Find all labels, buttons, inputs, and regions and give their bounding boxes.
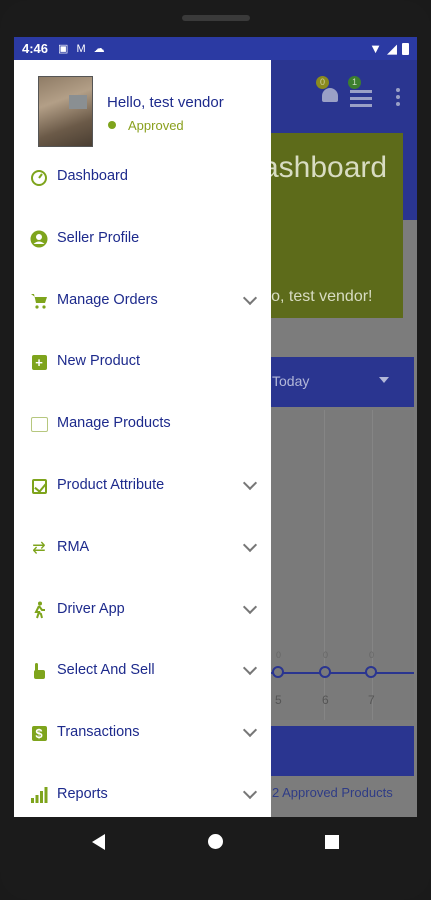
drawer-item-label: Seller Profile: [57, 230, 140, 246]
phone-frame: 4:46 ▣ M ☁ ▼ ◢ 0 1 ashboard llo, test ve…: [0, 0, 431, 900]
cart-icon: [29, 291, 49, 311]
drawer-item-label: Reports: [57, 786, 108, 802]
hand-pointer-icon: [29, 661, 49, 681]
drawer-item-label: Dashboard: [57, 168, 128, 184]
drawer-item-product-attribute[interactable]: Product Attribute: [14, 466, 271, 506]
sim-icon: ▣: [58, 43, 69, 55]
drawer-item-label: Driver App: [57, 601, 125, 617]
recents-icon[interactable]: [325, 835, 339, 849]
chevron-down-icon[interactable]: [243, 478, 257, 492]
drawer-item-label: Manage Products: [57, 415, 171, 431]
drawer-profile-header: Hello, test vendor Approved: [14, 60, 271, 160]
dollar-icon: $: [29, 723, 49, 743]
drawer-item-rma[interactable]: ⇄ RMA: [14, 528, 271, 568]
chart-point: [365, 666, 377, 678]
chart-point: [319, 666, 331, 678]
avatar[interactable]: [38, 76, 93, 147]
home-icon[interactable]: [208, 834, 223, 849]
gmail-icon: M: [76, 42, 86, 55]
back-icon[interactable]: [92, 834, 105, 850]
drawer-item-label: RMA: [57, 539, 90, 555]
drawer-item-select-and-sell[interactable]: Select And Sell: [14, 651, 271, 691]
approved-products-link[interactable]: 2 Approved Products: [272, 785, 393, 800]
checkbox-icon: [29, 476, 49, 496]
chevron-down-icon[interactable]: [243, 725, 257, 739]
drawer-item-transactions[interactable]: $ Transactions: [14, 713, 271, 753]
notification-badge: 0: [316, 76, 329, 89]
drawer-item-reports[interactable]: Reports: [14, 775, 271, 815]
chevron-down-icon[interactable]: [243, 540, 257, 554]
drawer-item-driver-app[interactable]: Driver App: [14, 590, 271, 630]
add-box-icon: +: [29, 352, 49, 372]
chart-line: [264, 672, 414, 674]
account-icon: [29, 229, 49, 249]
drawer-item-seller-profile[interactable]: Seller Profile: [14, 219, 271, 259]
signal-icon: ◢: [387, 40, 397, 56]
chart-value-label: 0: [323, 650, 329, 660]
dashboard-icon: [29, 167, 49, 187]
chart-x-label: 5: [275, 693, 282, 707]
drawer-item-label: New Product: [57, 353, 141, 369]
drawer-item-label: Transactions: [57, 724, 140, 740]
chart-value-label: 0: [276, 650, 282, 660]
drawer-item-manage-products[interactable]: Manage Products: [14, 404, 271, 444]
navigation-drawer: Hello, test vendor Approved Dashboard Se…: [14, 60, 271, 817]
wifi-icon: ▼: [369, 41, 382, 56]
drawer-item-label: Manage Orders: [57, 292, 158, 308]
dropdown-arrow-icon: [379, 377, 389, 383]
status-dot-icon: [108, 121, 116, 129]
more-vert-icon[interactable]: [396, 88, 400, 109]
chevron-down-icon[interactable]: [243, 787, 257, 801]
swap-icon: ⇄: [32, 540, 46, 557]
status-time: 4:46: [22, 41, 49, 56]
products-icon: [29, 414, 49, 434]
drawer-item-manage-orders[interactable]: Manage Orders: [14, 281, 271, 321]
chart-x-label: 6: [322, 693, 329, 707]
cloud-icon: ☁: [93, 43, 105, 55]
dashboard-subtitle: llo, test vendor!: [264, 288, 373, 305]
walking-icon: [29, 600, 49, 620]
battery-icon: [402, 42, 409, 55]
speaker-grille: [182, 15, 250, 21]
vendor-status: Approved: [128, 118, 184, 133]
chart-value-label: 0: [369, 650, 375, 660]
chevron-down-icon[interactable]: [243, 293, 257, 307]
chart-point: [272, 666, 284, 678]
chevron-down-icon[interactable]: [243, 663, 257, 677]
system-nav-bar: [14, 817, 417, 867]
bar-chart-icon: [29, 785, 49, 805]
drawer-item-label: Select And Sell: [57, 662, 155, 678]
chart-x-label: 7: [368, 693, 375, 707]
drawer-item-new-product[interactable]: + New Product: [14, 342, 271, 382]
list-icon[interactable]: [350, 90, 372, 111]
screen: 4:46 ▣ M ☁ ▼ ◢ 0 1 ashboard llo, test ve…: [14, 37, 417, 817]
status-bar: 4:46 ▣ M ☁ ▼ ◢: [14, 37, 417, 60]
bell-icon[interactable]: [322, 88, 338, 102]
menu-badge: 1: [348, 76, 361, 89]
period-filter-value: Today: [272, 373, 310, 389]
vendor-greeting: Hello, test vendor: [107, 94, 224, 111]
drawer-item-label: Product Attribute: [57, 477, 165, 493]
drawer-item-dashboard[interactable]: Dashboard: [14, 157, 271, 197]
chevron-down-icon[interactable]: [243, 602, 257, 616]
dashboard-title: ashboard: [262, 151, 388, 184]
toolbar-icons: 0 1: [314, 68, 414, 108]
